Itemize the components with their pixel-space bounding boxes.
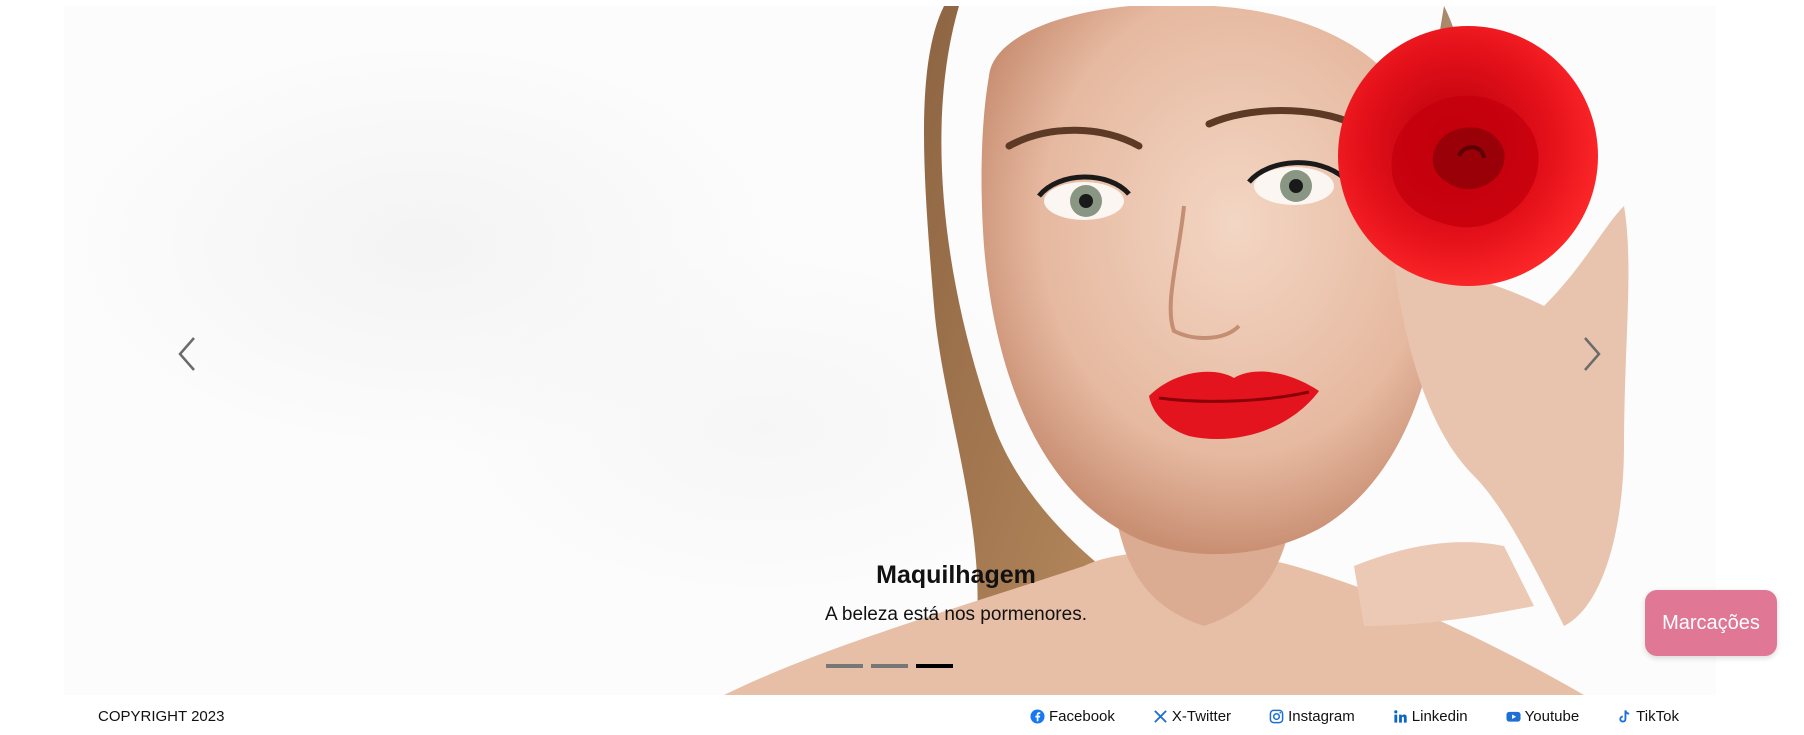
- youtube-label: Youtube: [1524, 708, 1580, 725]
- carousel-indicators: [826, 664, 953, 668]
- carousel-indicator-2[interactable]: [871, 664, 908, 668]
- bookings-button[interactable]: Marcações: [1645, 590, 1777, 656]
- instagram-label: Instagram: [1288, 708, 1355, 725]
- tiktok-label: TikTok: [1636, 708, 1679, 725]
- hero-carousel: Maquilhagem A beleza está nos pormenores…: [64, 6, 1716, 695]
- carousel-next-button[interactable]: [1573, 324, 1613, 384]
- facebook-icon: [1030, 709, 1045, 724]
- x-twitter-icon: [1153, 709, 1168, 724]
- caption-subtitle: A beleza está nos pormenores.: [825, 604, 1087, 625]
- x-twitter-link[interactable]: X-Twitter: [1153, 708, 1231, 725]
- instagram-link[interactable]: Instagram: [1269, 708, 1355, 725]
- slide-caption: Maquilhagem A beleza está nos pormenores…: [676, 561, 1236, 626]
- linkedin-label: Linkedin: [1411, 708, 1468, 725]
- carousel-indicator-1[interactable]: [826, 664, 863, 668]
- youtube-icon: [1506, 709, 1521, 724]
- linkedin-icon: [1393, 709, 1408, 724]
- youtube-link[interactable]: Youtube: [1506, 708, 1580, 725]
- facebook-label: Facebook: [1049, 708, 1115, 725]
- tiktok-icon: [1617, 709, 1632, 724]
- x-twitter-label: X-Twitter: [1171, 708, 1232, 725]
- carousel-prev-button[interactable]: [166, 324, 206, 384]
- tiktok-link[interactable]: TikTok: [1617, 708, 1679, 725]
- footer: COPYRIGHT 2023 Facebook X-Twitter Instag…: [0, 700, 1804, 735]
- copyright-text: COPYRIGHT 2023: [98, 708, 225, 725]
- facebook-link[interactable]: Facebook: [1030, 708, 1115, 725]
- chevron-left-icon: [178, 337, 195, 371]
- carousel-indicator-3[interactable]: [916, 664, 953, 668]
- instagram-icon: [1269, 709, 1284, 724]
- chevron-right-icon: [1584, 337, 1601, 371]
- linkedin-link[interactable]: Linkedin: [1393, 708, 1468, 725]
- caption-title: Maquilhagem: [876, 561, 1036, 589]
- social-links: Facebook X-Twitter Instagram Linkedin Yo…: [1030, 708, 1679, 725]
